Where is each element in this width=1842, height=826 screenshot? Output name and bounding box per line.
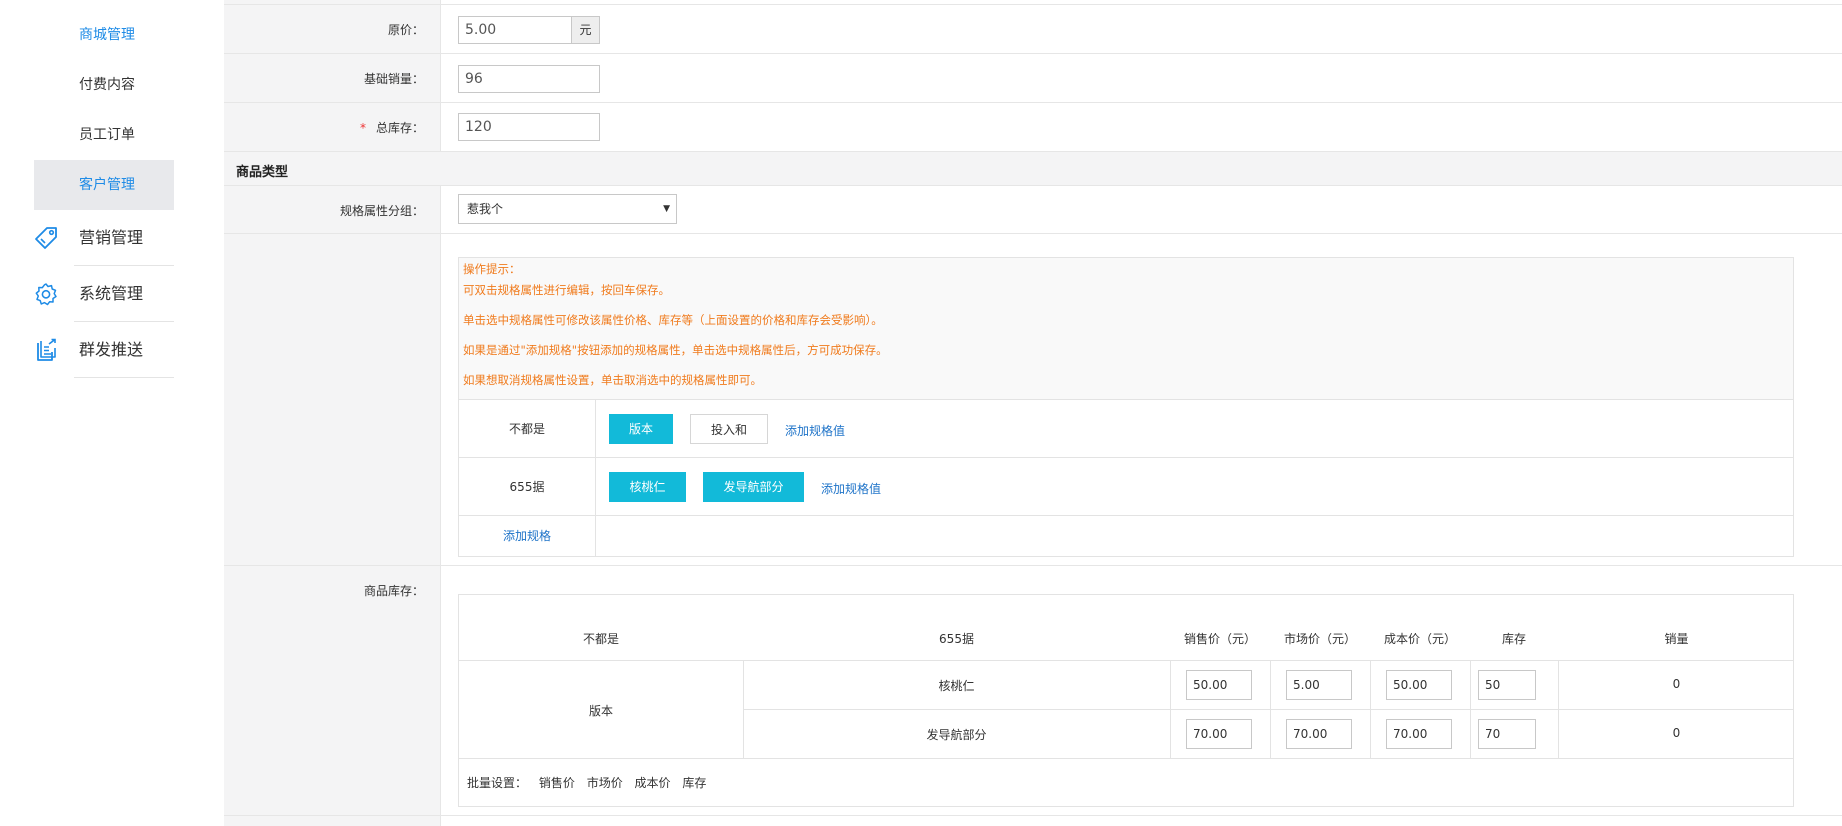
- sales-count: 0: [1672, 677, 1681, 691]
- bulk-settings: 批量设置： 销售价 市场价 成本价 库存: [467, 774, 714, 791]
- product-form: 原价： 元 基础销量： * 总库存： 商品类型 规格属性分组： 惹我个 ▼ 操作提…: [224, 0, 1842, 826]
- add-spec-link[interactable]: 添加规格: [503, 529, 551, 543]
- table-rule: [743, 660, 744, 758]
- table-rule: [1558, 660, 1559, 758]
- sidebar-item-system[interactable]: 系统管理: [0, 266, 174, 322]
- bulk-label: 批量设置：: [467, 776, 528, 790]
- add-spec-cell: 添加规格: [459, 516, 596, 556]
- product-stock-label: 商品库存：: [363, 584, 424, 598]
- label-column: [224, 186, 441, 826]
- table-rule: [1370, 660, 1371, 758]
- bulk-sale-price[interactable]: 销售价: [539, 776, 575, 790]
- spec-row: 添加规格: [459, 516, 1793, 556]
- cost-price-input[interactable]: [1386, 719, 1452, 749]
- total-stock-input[interactable]: [458, 113, 600, 141]
- table-header: 成本价（元）: [1383, 632, 1456, 646]
- table-header: 销售价（元）: [1183, 632, 1256, 646]
- hint-title: 操作提示：: [463, 262, 521, 276]
- table-rule: [459, 758, 1793, 759]
- table-header: 库存: [1501, 632, 1526, 646]
- stock-input[interactable]: [1478, 719, 1536, 749]
- table-rule: [1470, 660, 1471, 758]
- sidebar-item-broadcast[interactable]: 群发推送: [0, 322, 174, 378]
- add-spec-value-link[interactable]: 添加规格值: [821, 480, 881, 497]
- market-price-input[interactable]: [1286, 670, 1352, 700]
- table-rule: [743, 709, 1793, 710]
- divider: [74, 377, 174, 378]
- operation-hint: 操作提示： 可双击规格属性进行编辑，按回车保存。 单击选中规格属性可修改该属性价…: [459, 258, 1793, 400]
- sidebar-item-label: 营销管理: [79, 228, 144, 247]
- row-divider: [224, 233, 1842, 234]
- sidebar: 商城管理 付费内容 员工订单 客户管理 营销管理 系统管理 群发推送: [0, 0, 224, 826]
- spec-group-select[interactable]: 惹我个 ▼: [458, 194, 677, 224]
- sidebar-item-paid-content[interactable]: 付费内容: [34, 60, 174, 110]
- table-header: 销量: [1664, 632, 1689, 646]
- add-spec-value-link[interactable]: 添加规格值: [785, 422, 845, 439]
- base-sales-input[interactable]: [458, 65, 600, 93]
- sidebar-item-staff-orders[interactable]: 员工订单: [34, 110, 174, 160]
- sale-price-input[interactable]: [1186, 670, 1252, 700]
- total-stock-label-text: 总库存：: [375, 121, 424, 135]
- market-price-input[interactable]: [1286, 719, 1352, 749]
- spec-value-chip[interactable]: 投入和: [690, 414, 768, 444]
- bulk-stock[interactable]: 库存: [682, 776, 706, 790]
- original-price-input[interactable]: [458, 16, 572, 44]
- original-price-label: 原价：: [387, 23, 424, 37]
- row-divider: [224, 815, 1842, 816]
- table-rule: [1270, 660, 1271, 758]
- sales-count: 0: [1672, 726, 1681, 740]
- sidebar-item-marketing[interactable]: 营销管理: [0, 210, 174, 266]
- hint-line: 单击选中规格属性可修改该属性价格、库存等（上面设置的价格和库存会受影响）。: [463, 313, 883, 327]
- table-header: 655据: [939, 632, 974, 646]
- caret-down-icon: ▼: [663, 204, 670, 214]
- table-header: 不都是: [582, 632, 619, 646]
- inventory-table: 不都是 655据 销售价（元） 市场价（元） 成本价（元） 库存 销量 版本 核…: [458, 594, 1794, 807]
- hint-line: 如果想取消规格属性设置，单击取消选中的规格属性即可。: [463, 373, 762, 387]
- spec-cell: 核桃仁: [938, 679, 975, 693]
- cost-price-input[interactable]: [1386, 670, 1452, 700]
- base-sales-label: 基础销量：: [363, 72, 424, 86]
- spec-value-chip[interactable]: 核桃仁: [609, 472, 686, 502]
- row-divider: [224, 4, 1842, 5]
- stock-input[interactable]: [1478, 670, 1536, 700]
- spec-name: 不都是: [459, 400, 596, 457]
- spec-value-chip[interactable]: 版本: [609, 414, 673, 444]
- spec-editor: 操作提示： 可双击规格属性进行编辑，按回车保存。 单击选中规格属性可修改该属性价…: [458, 257, 1794, 557]
- spec-group-label: 规格属性分组：: [339, 204, 424, 218]
- spec-row: 不都是 版本 投入和 添加规格值: [459, 400, 1793, 458]
- tag-icon: [35, 227, 57, 249]
- sidebar-item-label: 群发推送: [79, 340, 144, 359]
- document-send-icon: [37, 338, 56, 361]
- gear-icon: [35, 283, 57, 306]
- spec-group-selected: 惹我个: [467, 202, 504, 216]
- sidebar-item-mall-management[interactable]: 商城管理: [34, 10, 174, 60]
- table-rule: [1170, 660, 1171, 758]
- spec-value-chip[interactable]: 发导航部分: [703, 472, 804, 502]
- total-stock-label: * 总库存：: [224, 119, 424, 136]
- row-divider: [224, 53, 1842, 54]
- row-divider: [224, 102, 1842, 103]
- group-cell: 版本: [588, 704, 613, 718]
- row-divider: [224, 565, 1842, 566]
- bulk-cost-price[interactable]: 成本价: [635, 776, 671, 790]
- product-type-section: 商品类型: [224, 151, 1842, 186]
- currency-unit: 元: [572, 16, 600, 44]
- bulk-market-price[interactable]: 市场价: [587, 776, 623, 790]
- table-header: 市场价（元）: [1283, 632, 1356, 646]
- sale-price-input[interactable]: [1186, 719, 1252, 749]
- hint-line: 如果是通过"添加规格"按钮添加的规格属性，单击选中规格属性后，方可成功保存。: [463, 343, 888, 357]
- required-mark: *: [359, 121, 366, 135]
- spec-row: 655据 核桃仁 发导航部分 添加规格值: [459, 458, 1793, 516]
- sidebar-item-label: 系统管理: [79, 284, 144, 303]
- spec-name: 655据: [459, 458, 596, 515]
- table-rule: [459, 660, 1793, 661]
- sidebar-item-customer-management[interactable]: 客户管理: [34, 160, 174, 210]
- section-title: 商品类型: [236, 165, 289, 180]
- spec-cell: 发导航部分: [926, 728, 987, 742]
- hint-line: 可双击规格属性进行编辑，按回车保存。: [463, 283, 670, 297]
